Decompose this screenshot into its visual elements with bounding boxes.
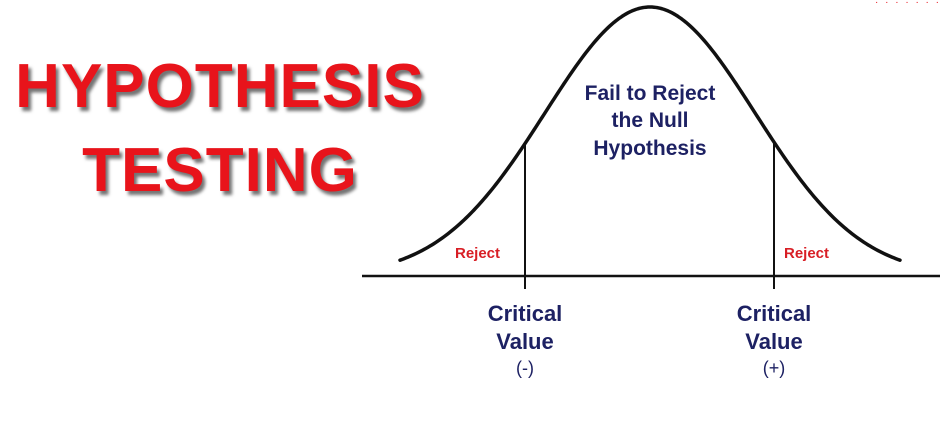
fail-text-line-1: Fail to Reject [584, 82, 716, 105]
critical-value-positive-sign: (+) [762, 358, 786, 378]
critical-value-positive: Critical Value (+) [704, 300, 844, 380]
critical-value-positive-line2: Value [745, 328, 803, 354]
reject-label-right: Reject [784, 245, 830, 262]
critical-value-negative-line1: Critical [487, 301, 563, 326]
fail-text-line-2: the Null [611, 109, 689, 133]
fail-to-reject-label: Fail to Reject the Null Hypothesis [555, 80, 745, 162]
critical-value-negative-sign: (-) [516, 358, 534, 378]
critical-value-negative: Critical Value (-) [455, 300, 595, 380]
reject-label-left: Reject [455, 245, 501, 262]
fail-text-line-3: Hypothesis [593, 136, 707, 160]
critical-value-negative-line2: Value [496, 328, 554, 354]
critical-value-positive-line1: Critical [736, 301, 812, 326]
